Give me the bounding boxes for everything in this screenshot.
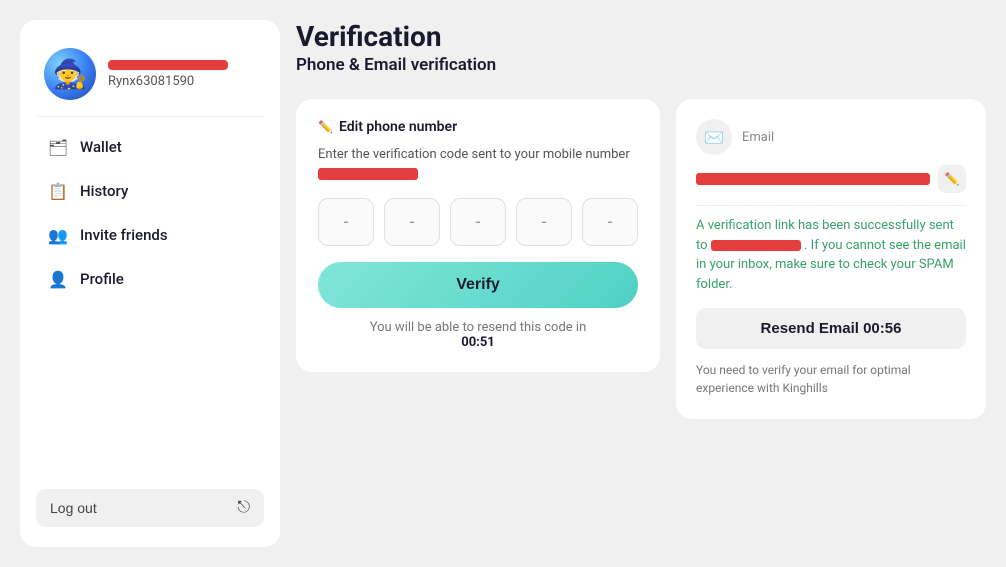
resend-email-label: Resend Email 00:56: [761, 320, 902, 337]
sidebar-item-invite[interactable]: 👥 Invite friends: [36, 213, 264, 257]
sidebar-item-wallet[interactable]: 🗂 Wallet: [36, 125, 264, 169]
logout-button[interactable]: Log out ⎋: [36, 489, 264, 527]
avatar: [44, 48, 96, 100]
code-dash-2: -: [410, 212, 415, 233]
email-card: ✉️ Email ✏️ A verification link has been…: [676, 99, 986, 419]
verify-label: Verify: [456, 276, 500, 293]
sidebar: Rynx63081590 🗂 Wallet 📋 History 👥 Invite…: [20, 20, 280, 547]
history-icon: 📋: [48, 181, 68, 201]
code-dash-5: -: [608, 212, 613, 233]
username-redacted: [108, 60, 228, 70]
pencil-small-icon: ✏️: [945, 172, 960, 186]
email-icon-wrap: ✉️: [696, 119, 732, 155]
instruction-prefix: Enter the verification code sent to your…: [318, 147, 630, 162]
resend-timer: 00:51: [318, 335, 638, 350]
resend-text: You will be able to resend this code in: [318, 320, 638, 335]
divider: [696, 205, 966, 206]
code-input-5[interactable]: -: [582, 198, 638, 246]
sidebar-item-profile[interactable]: 👤 Profile: [36, 257, 264, 301]
edit-email-button[interactable]: ✏️: [938, 165, 966, 193]
code-input-2[interactable]: -: [384, 198, 440, 246]
email-label: Email: [742, 130, 966, 145]
code-dash-4: -: [542, 212, 547, 233]
phone-card: ✏️ Edit phone number Enter the verificat…: [296, 99, 660, 372]
sidebar-label-profile: Profile: [80, 270, 124, 288]
resend-prefix: You will be able to resend this code in: [370, 320, 587, 335]
wallet-icon: 🗂: [48, 137, 68, 157]
code-inputs: - - - - -: [318, 198, 638, 246]
email-link-redacted: [711, 240, 801, 251]
phone-redacted: [318, 168, 418, 180]
edit-phone-label: Edit phone number: [339, 119, 457, 135]
email-value-row: ✏️: [696, 165, 966, 193]
pencil-icon: ✏️: [318, 120, 333, 134]
sidebar-label-wallet: Wallet: [80, 138, 122, 156]
profile-icon: 👤: [48, 269, 68, 289]
sidebar-label-invite: Invite friends: [80, 226, 168, 244]
email-footer-text: You need to verify your email for optima…: [696, 361, 966, 397]
cards-row: ✏️ Edit phone number Enter the verificat…: [296, 99, 986, 419]
main-content: Verification Phone & Email verification …: [296, 20, 986, 547]
page-header: Verification Phone & Email verification: [296, 20, 986, 87]
code-input-4[interactable]: -: [516, 198, 572, 246]
sidebar-label-history: History: [80, 182, 128, 200]
logout-label: Log out: [50, 500, 97, 516]
page-subtitle: Phone & Email verification: [296, 55, 986, 75]
instruction-text: Enter the verification code sent to your…: [318, 145, 638, 184]
sidebar-item-history[interactable]: 📋 History: [36, 169, 264, 213]
verify-button[interactable]: Verify: [318, 262, 638, 308]
email-header: ✉️ Email: [696, 119, 966, 155]
envelope-icon: ✉️: [704, 128, 724, 147]
code-input-1[interactable]: -: [318, 198, 374, 246]
username-block: Rynx63081590: [108, 60, 228, 89]
sidebar-nav: 🗂 Wallet 📋 History 👥 Invite friends 👤 Pr…: [36, 125, 264, 301]
logout-icon: ⎋: [237, 499, 250, 517]
code-dash-3: -: [476, 212, 481, 233]
invite-icon: 👥: [48, 225, 68, 245]
code-input-3[interactable]: -: [450, 198, 506, 246]
verification-message: A verification link has been successfull…: [696, 216, 966, 294]
edit-phone-link[interactable]: ✏️ Edit phone number: [318, 119, 638, 135]
email-value-redacted: [696, 173, 930, 185]
code-dash-1: -: [344, 212, 349, 233]
username-text: Rynx63081590: [108, 74, 228, 89]
profile-section: Rynx63081590: [36, 40, 264, 117]
page-title: Verification: [296, 20, 986, 53]
resend-email-button[interactable]: Resend Email 00:56: [696, 308, 966, 349]
